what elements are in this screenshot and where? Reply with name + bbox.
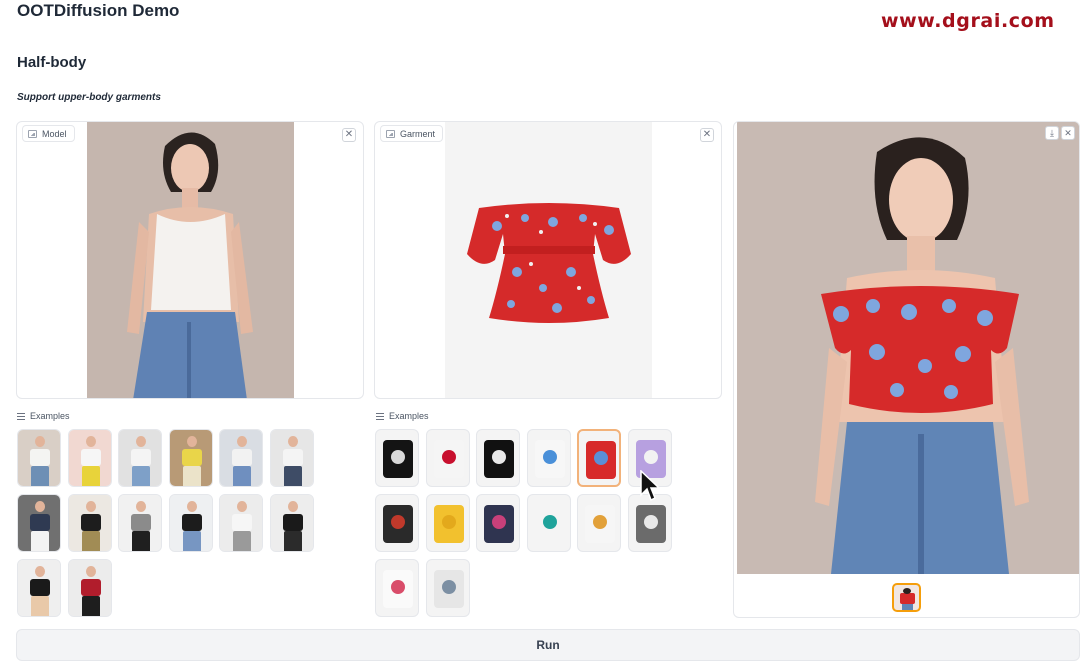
section-subtitle: Support upper-body garments	[17, 92, 161, 103]
model-examples-label-text: Examples	[30, 411, 70, 421]
garment-example-thumbnail[interactable]	[425, 429, 470, 487]
run-button[interactable]: Run	[16, 629, 1080, 661]
model-example-thumbnail[interactable]	[219, 494, 263, 552]
garment-example-thumbnail[interactable]	[425, 559, 470, 617]
garment-example-thumbnail[interactable]	[375, 559, 419, 617]
garment-example-thumbnail[interactable]	[476, 429, 520, 487]
section-title: Half-body	[17, 54, 87, 71]
output-illustration	[737, 122, 1079, 574]
download-icon[interactable]: ⤓	[1045, 126, 1059, 140]
list-icon	[17, 412, 25, 420]
model-example-thumbnail[interactable]	[67, 494, 112, 552]
image-icon	[28, 129, 37, 138]
close-icon[interactable]: ✕	[1061, 126, 1075, 140]
garment-label-text: Garment	[400, 128, 436, 139]
model-photo	[87, 122, 294, 398]
garment-illustration	[445, 122, 652, 398]
garment-label: Garment	[380, 125, 444, 142]
garment-examples-label: Examples	[376, 411, 429, 421]
app-title: OOTDiffusion Demo	[17, 1, 180, 20]
garment-example-thumbnail[interactable]	[526, 494, 571, 552]
garment-image-panel[interactable]: Garment ✕	[374, 121, 722, 399]
close-icon[interactable]: ✕	[342, 128, 356, 142]
output-photo	[737, 122, 1079, 574]
garment-example-thumbnail[interactable]	[627, 494, 672, 552]
close-icon[interactable]: ✕	[700, 128, 714, 142]
model-example-thumbnail[interactable]	[17, 429, 61, 487]
model-image-panel[interactable]: Model ✕	[16, 121, 364, 399]
model-example-thumbnail[interactable]	[67, 559, 112, 617]
garment-photo	[445, 122, 652, 398]
output-image-panel: ⤓ ✕	[733, 121, 1080, 618]
garment-example-thumbnail[interactable]	[526, 429, 571, 487]
image-icon	[386, 129, 395, 138]
garment-example-thumbnail[interactable]	[425, 494, 470, 552]
garment-example-thumbnail[interactable]	[375, 429, 419, 487]
model-label-text: Model	[42, 128, 67, 139]
model-example-thumbnail[interactable]	[269, 429, 314, 487]
model-example-thumbnail[interactable]	[118, 429, 162, 487]
garment-example-thumbnail[interactable]	[476, 494, 520, 552]
result-gallery-thumbnail[interactable]	[892, 583, 921, 612]
model-illustration	[87, 122, 294, 398]
mouse-cursor-icon	[640, 470, 661, 502]
model-example-thumbnail[interactable]	[219, 429, 263, 487]
model-example-thumbnail[interactable]	[168, 494, 213, 552]
garment-examples-label-text: Examples	[389, 411, 429, 421]
model-example-thumbnail[interactable]	[118, 494, 162, 552]
garment-example-thumbnail[interactable]	[577, 494, 621, 552]
model-example-thumbnail[interactable]	[269, 494, 314, 552]
model-example-thumbnail[interactable]	[168, 429, 213, 487]
model-example-thumbnail[interactable]	[67, 429, 112, 487]
garment-example-thumbnail[interactable]	[577, 429, 621, 487]
list-icon	[376, 412, 384, 420]
model-examples-label: Examples	[17, 411, 70, 421]
model-example-thumbnail[interactable]	[17, 494, 61, 552]
watermark: www.dgrai.com	[881, 10, 1055, 32]
model-example-thumbnail[interactable]	[17, 559, 61, 617]
model-label: Model	[22, 125, 75, 142]
garment-example-thumbnail[interactable]	[375, 494, 419, 552]
